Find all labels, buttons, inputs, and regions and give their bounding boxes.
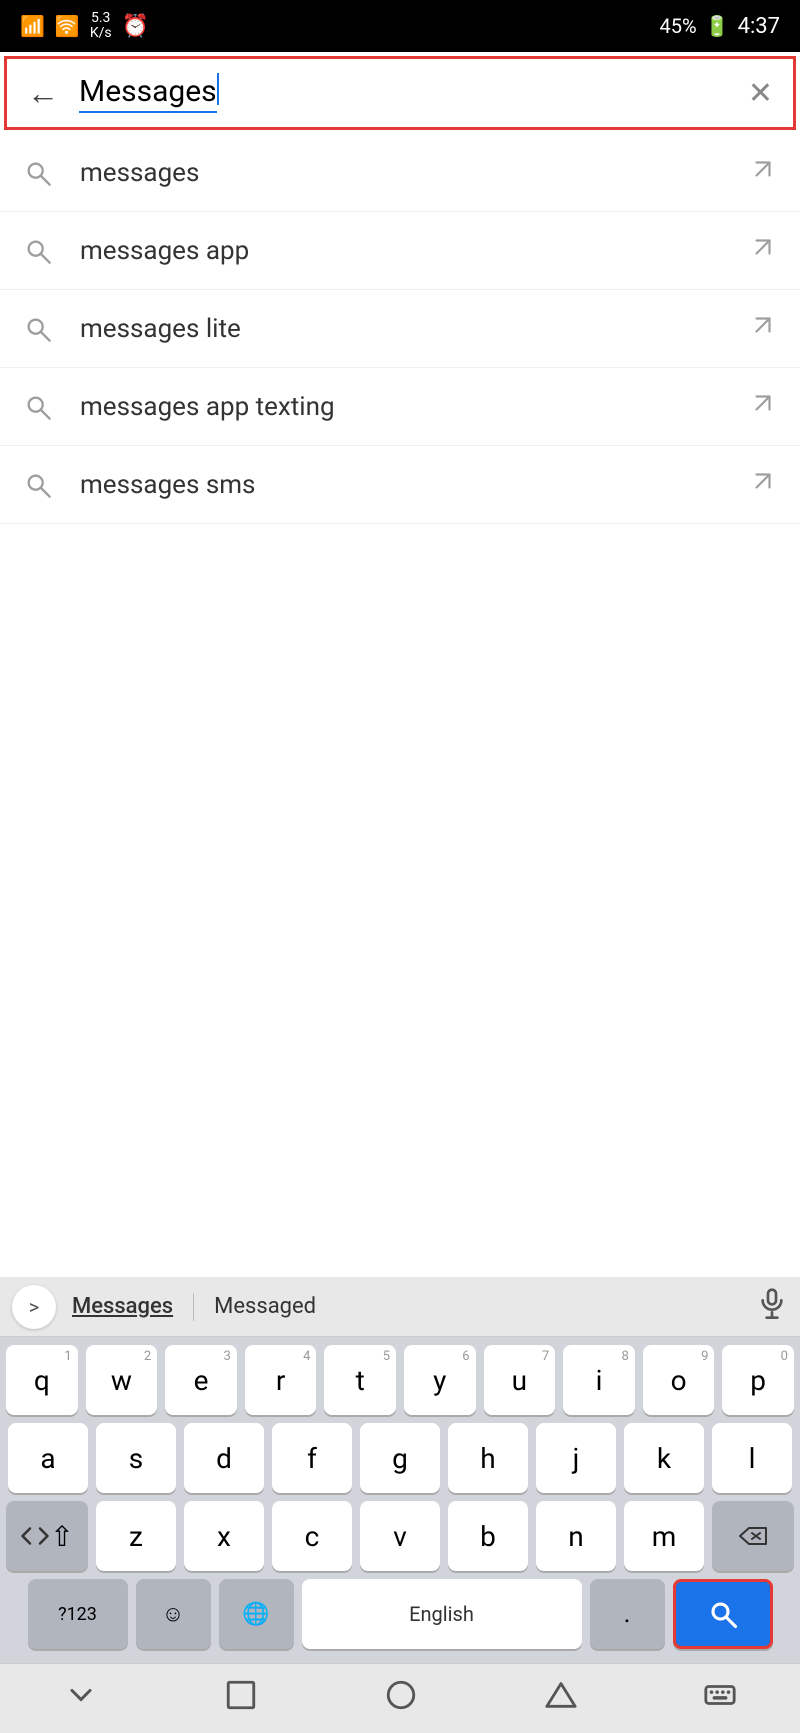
period-key[interactable]: . [590,1579,665,1649]
mic-button[interactable] [756,1287,788,1326]
expand-icon: > [29,1295,39,1319]
suggestion-text: messages [80,158,750,188]
backspace-key[interactable] [712,1501,794,1571]
key-d[interactable]: d [184,1423,264,1493]
search-icon [24,393,52,421]
numbers-key[interactable]: ?123 [28,1579,128,1649]
key-j[interactable]: j [536,1423,616,1493]
arrow-icon [750,234,776,267]
keyboard: 1q 2w 3e 4r 5t 6y 7u 8i 9o 0p a s d f g … [0,1337,800,1663]
suggestions-bar: > Messages Messaged [0,1277,800,1337]
globe-key[interactable]: 🌐 [219,1579,294,1649]
key-i[interactable]: 8i [563,1345,635,1415]
key-k[interactable]: k [624,1423,704,1493]
nav-recents-button[interactable] [384,1678,418,1719]
arrow-icon [750,390,776,423]
arrow-icon [750,156,776,189]
arrow-icon [750,468,776,501]
space-key[interactable]: English [302,1579,582,1649]
word-suggestion-messaged[interactable]: Messaged [214,1294,316,1319]
word-divider [193,1293,194,1321]
key-row-1: 1q 2w 3e 4r 5t 6y 7u 8i 9o 0p [6,1345,794,1415]
key-t[interactable]: 5t [324,1345,396,1415]
key-b[interactable]: b [448,1501,528,1571]
search-icon [24,237,52,265]
cursor [217,73,219,105]
status-bar: 📶 🛜 5.3K/s ⏰ 45% 🔋 4:37 [0,0,800,52]
suggestion-text: messages app [80,236,750,266]
search-icon [24,159,52,187]
search-icon [24,471,52,499]
key-n[interactable]: n [536,1501,616,1571]
key-row-3: ⇧ z x c v b n m [6,1501,794,1571]
key-y[interactable]: 6y [404,1345,476,1415]
suggestion-text: messages lite [80,314,750,344]
key-r[interactable]: 4r [245,1345,317,1415]
status-left: 📶 🛜 5.3K/s ⏰ [20,11,149,42]
emoji-key[interactable]: ☺ [136,1579,211,1649]
suggestion-item[interactable]: messages lite [0,290,800,368]
time: 4:37 [738,14,780,39]
key-g[interactable]: g [360,1423,440,1493]
nav-triangle-button[interactable] [544,1678,578,1719]
key-f[interactable]: f [272,1423,352,1493]
key-v[interactable]: v [360,1501,440,1571]
key-e[interactable]: 3e [165,1345,237,1415]
suggestion-item[interactable]: messages app texting [0,368,800,446]
suggestion-item[interactable]: messages app [0,212,800,290]
key-o[interactable]: 9o [643,1345,715,1415]
back-button[interactable]: ← [27,77,59,109]
alarm-icon: ⏰ [122,14,149,39]
suggestions-list: messages messages app messages lite [0,134,800,1277]
key-c[interactable]: c [272,1501,352,1571]
arrow-icon [750,312,776,345]
key-p[interactable]: 0p [722,1345,794,1415]
suggestion-text: messages app texting [80,392,750,422]
key-l[interactable]: l [712,1423,792,1493]
key-u[interactable]: 7u [484,1345,556,1415]
key-row-4: ?123 ☺ 🌐 English . [6,1579,794,1649]
search-input[interactable]: Messages [79,74,217,113]
suggestion-item[interactable]: messages sms [0,446,800,524]
key-q[interactable]: 1q [6,1345,78,1415]
nav-keyboard-button[interactable] [703,1678,737,1719]
search-key[interactable] [673,1579,773,1649]
nav-bar [0,1663,800,1733]
close-button[interactable]: ✕ [748,76,773,111]
key-s[interactable]: s [96,1423,176,1493]
suggestion-item[interactable]: messages [0,134,800,212]
nav-home-button[interactable] [224,1678,258,1719]
expand-button[interactable]: > [12,1285,56,1329]
battery-icon: 🔋 [705,14,730,38]
search-input-container: Messages [79,73,748,113]
data-speed: 5.3K/s [90,11,112,42]
status-right: 45% 🔋 4:37 [660,14,780,39]
signal-icon: 📶 [20,14,45,38]
battery-percent: 45% [660,14,697,38]
nav-back-button[interactable] [63,1677,99,1720]
suggestion-text: messages sms [80,470,750,500]
search-icon [24,315,52,343]
keyboard-section: > Messages Messaged 1q 2w 3e 4r 5t 6y 7u… [0,1277,800,1733]
key-a[interactable]: a [8,1423,88,1493]
key-z[interactable]: z [96,1501,176,1571]
key-m[interactable]: m [624,1501,704,1571]
key-x[interactable]: x [184,1501,264,1571]
wifi-icon: 🛜 [55,14,80,38]
key-row-2: a s d f g h j k l [6,1423,794,1493]
shift-key[interactable]: ⇧ [6,1501,88,1571]
key-w[interactable]: 2w [86,1345,158,1415]
search-bar: ← Messages ✕ [4,56,796,130]
word-suggestion-messages[interactable]: Messages [72,1294,173,1319]
key-h[interactable]: h [448,1423,528,1493]
